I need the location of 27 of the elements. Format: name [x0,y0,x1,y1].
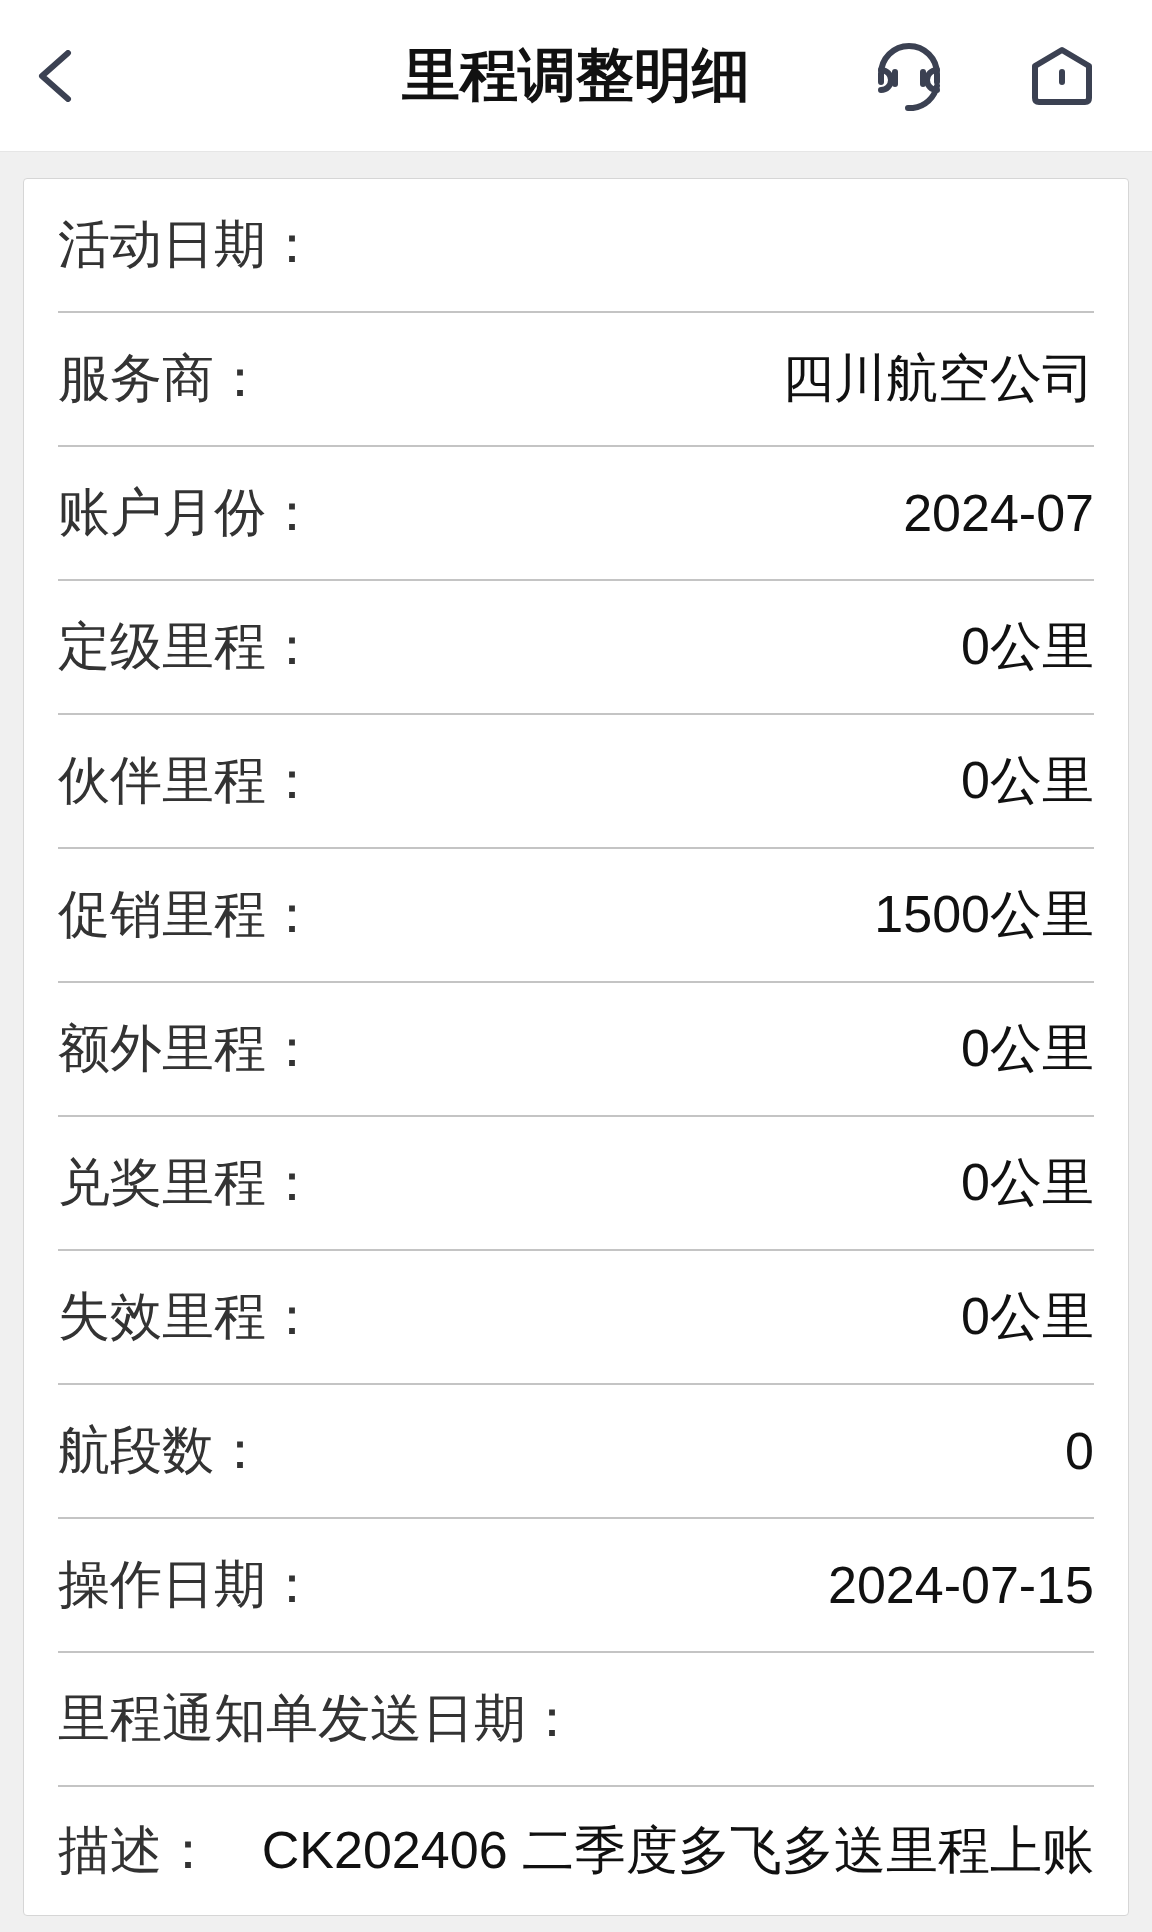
field-value: 0公里 [961,750,1094,811]
field-value: 1500公里 [874,884,1094,945]
field-value: 0公里 [961,1286,1094,1347]
field-label: 额外里程： [58,1018,318,1079]
field-label: 定级里程： [58,616,318,677]
page-title: 里程调整明细 [402,40,750,109]
field-label: 活动日期： [58,214,318,275]
field-label: 失效里程： [58,1286,318,1347]
field-label: 里程通知单发送日期： [58,1688,578,1749]
field-label: 描述： [58,1820,214,1881]
field-value: 四川航空公司 [782,348,1094,409]
house-icon[interactable] [1031,45,1093,106]
field-label: 兑奖里程： [58,1152,318,1213]
chevron-left-icon[interactable] [38,49,72,102]
field-value: 0 [1065,1421,1094,1481]
field-value: 2024-07 [903,483,1094,543]
field-value: 2024-07-15 [828,1555,1094,1615]
field-label: 促销里程： [58,884,318,945]
field-value: 0公里 [961,1018,1094,1079]
field-label: 操作日期： [58,1554,318,1615]
field-label: 服务商： [58,348,266,409]
field-label: 伙伴里程： [58,750,318,811]
field-value: CK202406 二季度多飞多送里程上账 [261,1820,1094,1881]
field-label: 账户月份： [58,482,318,543]
field-value: 0公里 [961,616,1094,677]
field-value: 0公里 [961,1152,1094,1213]
field-label: 航段数： [58,1420,266,1481]
